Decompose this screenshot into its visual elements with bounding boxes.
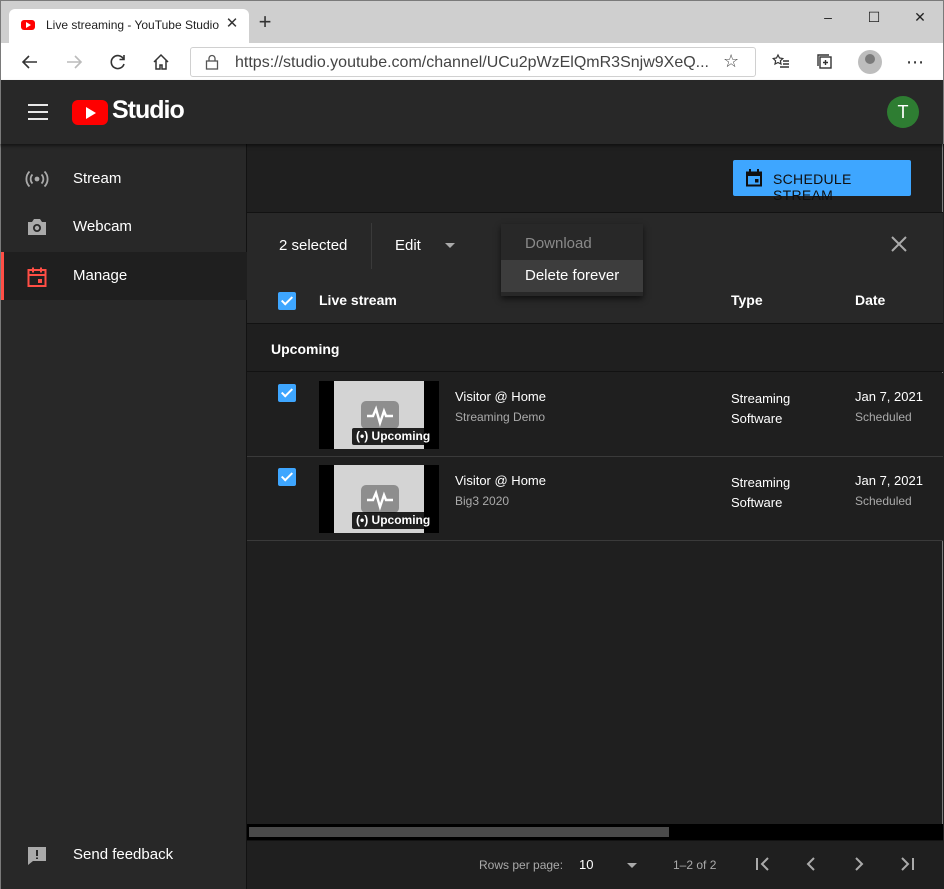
stream-title[interactable]: Visitor @ Home [455, 473, 546, 488]
rows-per-page-select[interactable]: 10 [579, 857, 593, 872]
page-range: 1–2 of 2 [673, 858, 717, 872]
schedule-stream-label: SCHEDULE STREAM [773, 171, 852, 203]
upcoming-badge: (•) Upcoming [352, 428, 435, 445]
select-all-checkbox[interactable] [278, 292, 296, 310]
home-icon[interactable] [148, 49, 174, 75]
forward-arrow-icon[interactable] [61, 49, 87, 75]
selected-count: 2 selected [279, 237, 348, 254]
edit-dropdown[interactable]: Edit [395, 237, 421, 254]
stream-date: Jan 7, 2021 [855, 389, 923, 404]
sidebar-item-stream[interactable]: Stream [1, 155, 247, 203]
chevron-down-icon[interactable] [627, 863, 637, 868]
browser-tab[interactable]: Live streaming - YouTube Studio ✕ [9, 9, 249, 43]
refresh-icon[interactable] [105, 49, 131, 75]
upcoming-badge: (•) Upcoming [352, 512, 435, 529]
column-header-type[interactable]: Type [731, 292, 763, 308]
sidebar-item-manage[interactable]: Manage [1, 252, 247, 300]
studio-wordmark[interactable]: Studio [112, 96, 185, 125]
back-arrow-icon[interactable] [17, 49, 43, 75]
sidebar-item-webcam[interactable]: Webcam [1, 203, 247, 251]
close-window-button[interactable]: ✕ [897, 5, 943, 29]
table-row[interactable]: (•) Upcoming Visitor @ Home Streaming De… [247, 373, 943, 457]
youtube-favicon-icon [21, 20, 35, 30]
stream-description: Streaming Demo [455, 410, 546, 424]
sidebar-item-label: Manage [73, 267, 128, 284]
camera-icon [25, 217, 49, 237]
stream-type: Streaming Software [731, 475, 791, 510]
browser-profile-avatar[interactable] [858, 50, 882, 74]
sidebar-item-send-feedback[interactable]: Send feedback [1, 831, 247, 879]
minimize-button[interactable]: – [805, 5, 851, 29]
horizontal-scrollbar[interactable] [247, 824, 943, 840]
group-label: Upcoming [271, 341, 340, 357]
next-page-icon[interactable] [849, 854, 869, 874]
maximize-button[interactable]: ☐ [851, 5, 897, 29]
column-header-date[interactable]: Date [855, 292, 885, 308]
stream-title[interactable]: Visitor @ Home [455, 389, 546, 404]
more-options-icon[interactable]: ⋯ [902, 49, 928, 75]
user-avatar[interactable]: T [887, 96, 919, 128]
rows-per-page-label: Rows per page: [479, 858, 564, 872]
row-checkbox[interactable] [278, 468, 296, 486]
chevron-down-icon[interactable] [445, 243, 455, 248]
broadcast-icon [25, 169, 49, 189]
tab-title: Live streaming - YouTube Studio [46, 18, 219, 32]
tab-strip: Live streaming - YouTube Studio ✕ + – ☐ … [1, 1, 943, 43]
youtube-logo-icon[interactable] [72, 100, 108, 125]
stream-status: Scheduled [855, 494, 912, 508]
favorite-star-icon[interactable]: ☆ [723, 51, 739, 72]
scrollbar-thumb[interactable] [249, 827, 669, 837]
live-waveform-icon [361, 401, 399, 429]
menu-item-delete-forever[interactable]: Delete forever [501, 260, 643, 292]
badge-label: Upcoming [371, 429, 431, 443]
pagination-footer: Rows per page: 10 1–2 of 2 [247, 840, 943, 889]
row-checkbox[interactable] [278, 384, 296, 402]
stream-status: Scheduled [855, 410, 912, 424]
first-page-icon[interactable] [753, 854, 773, 874]
menu-item-download[interactable]: Download [501, 228, 643, 260]
feedback-icon [25, 845, 49, 865]
schedule-stream-button[interactable]: SCHEDULE STREAM [733, 160, 911, 203]
lock-icon [205, 54, 219, 70]
url-text: https://studio.youtube.com/channel/UCu2p… [235, 54, 709, 71]
close-icon[interactable] [889, 234, 909, 254]
video-thumbnail[interactable]: (•) Upcoming [319, 465, 439, 533]
sidebar-item-label: Webcam [73, 218, 132, 235]
last-page-icon[interactable] [897, 854, 917, 874]
live-waveform-icon [361, 485, 399, 513]
favorites-list-icon[interactable] [768, 49, 794, 75]
group-header: Upcoming [247, 324, 943, 372]
badge-label: Upcoming [371, 513, 431, 527]
address-bar[interactable]: https://studio.youtube.com/channel/UCu2p… [190, 47, 756, 77]
collections-icon[interactable] [812, 49, 838, 75]
divider [371, 223, 372, 269]
stream-description: Big3 2020 [455, 494, 510, 508]
previous-page-icon[interactable] [801, 854, 821, 874]
tab-close-icon[interactable]: ✕ [223, 15, 241, 33]
hamburger-menu-icon[interactable] [28, 104, 48, 120]
sidebar: Stream Webcam Manage Send feedback [0, 144, 247, 889]
calendar-icon [746, 169, 762, 187]
browser-window: Live streaming - YouTube Studio ✕ + – ☐ … [0, 0, 944, 81]
edit-menu: Download Delete forever [501, 224, 643, 296]
studio-header: Studio T [0, 80, 944, 144]
video-thumbnail[interactable]: (•) Upcoming [319, 381, 439, 449]
sidebar-item-label: Send feedback [73, 846, 174, 863]
main-content: SCHEDULE STREAM 2 selected Edit Download… [247, 144, 943, 889]
sidebar-item-label: Stream [73, 170, 122, 187]
column-header-live-stream[interactable]: Live stream [319, 292, 397, 308]
calendar-icon [25, 266, 49, 287]
browser-toolbar: https://studio.youtube.com/channel/UCu2p… [1, 43, 943, 81]
stream-type: Streaming Software [731, 391, 791, 426]
stream-date: Jan 7, 2021 [855, 473, 923, 488]
new-tab-button[interactable]: + [255, 11, 275, 33]
table-row[interactable]: (•) Upcoming Visitor @ Home Big3 2020 St… [247, 457, 943, 541]
